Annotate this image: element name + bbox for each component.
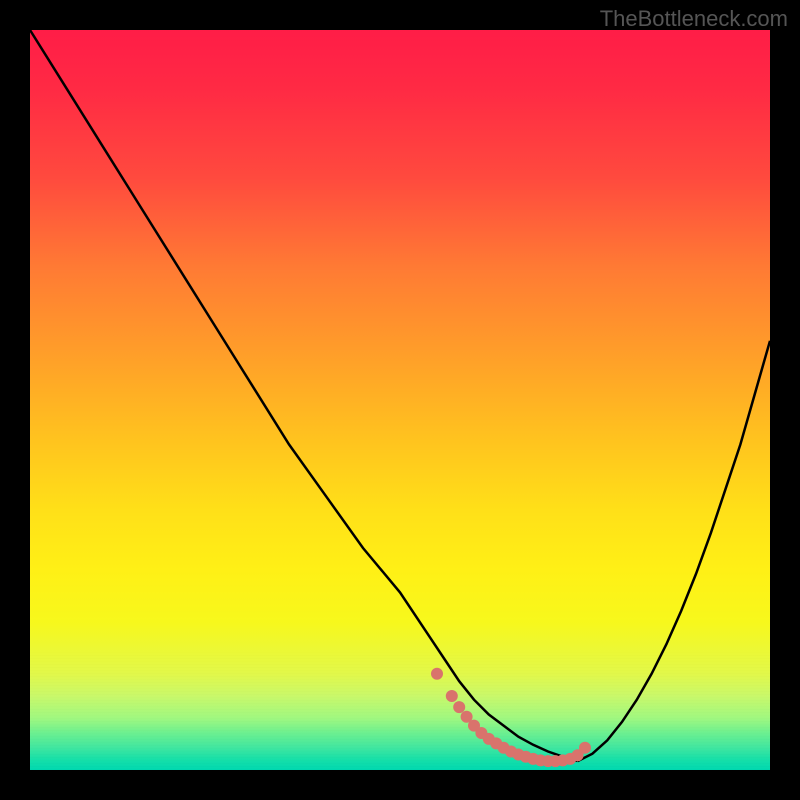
- curve-left-branch: [30, 30, 578, 761]
- chart-plot-area: [30, 30, 770, 770]
- chart-svg: [30, 30, 770, 770]
- curve-right-branch: [578, 341, 770, 761]
- highlight-point: [431, 668, 443, 680]
- watermark-text: TheBottleneck.com: [600, 6, 788, 32]
- highlight-point: [579, 742, 591, 754]
- highlight-points: [431, 668, 591, 767]
- highlight-point: [446, 690, 458, 702]
- highlight-point: [453, 701, 465, 713]
